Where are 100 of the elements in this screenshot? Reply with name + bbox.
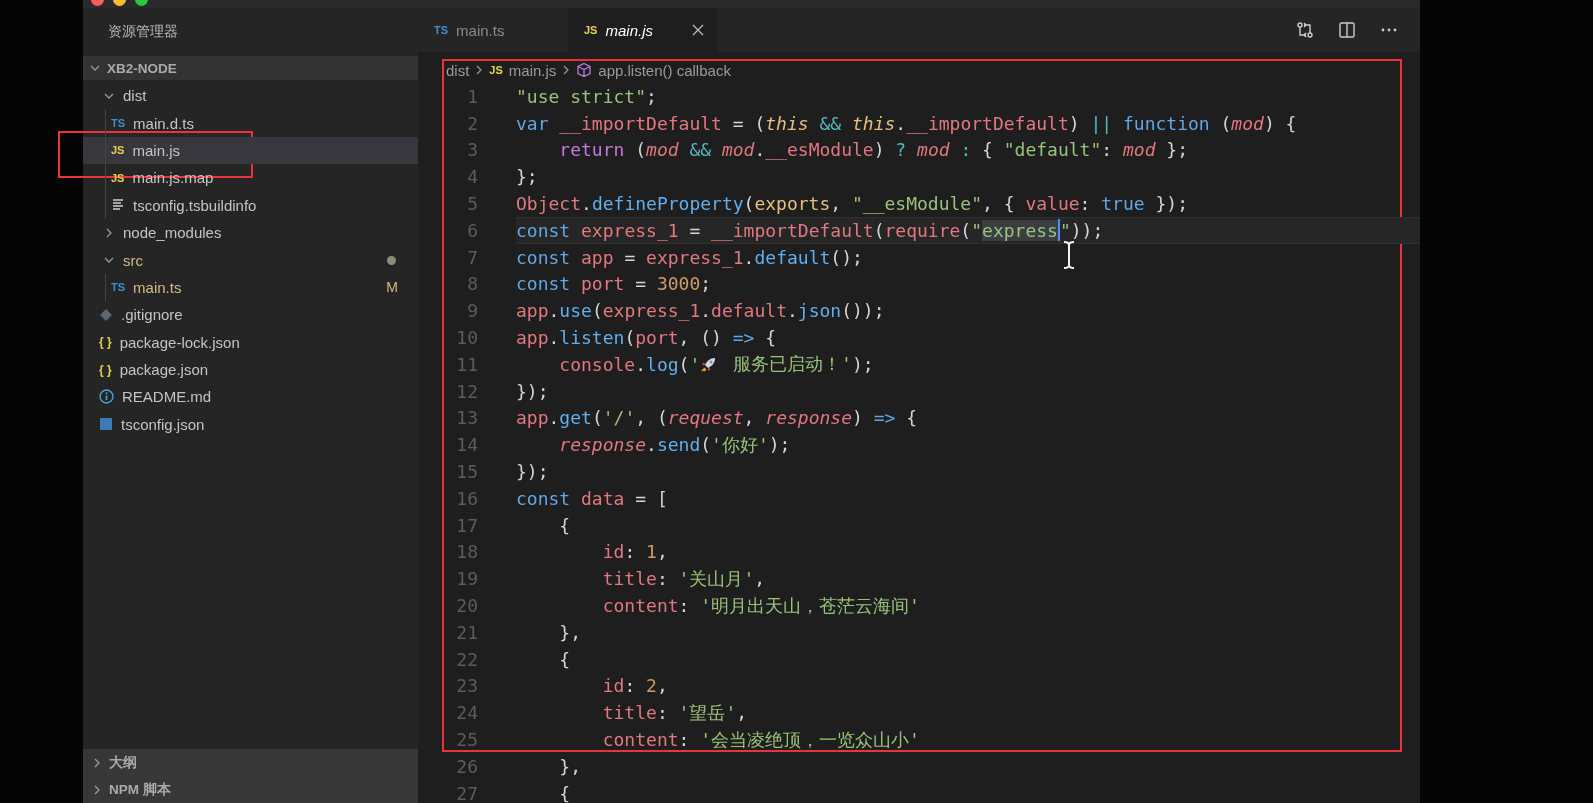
compare-changes-icon[interactable]: [1296, 21, 1314, 39]
line-number: 14: [455, 434, 478, 456]
panel-section-header[interactable]: 大纲: [83, 749, 418, 776]
breadcrumb-item[interactable]: dist: [446, 61, 470, 79]
file-tree-item[interactable]: TS main.ts M: [83, 273, 418, 302]
code-line: content: '会当凌绝顶，一览众山小': [601, 727, 920, 752]
file-name: main.d.ts: [133, 114, 194, 132]
line-number: 11: [455, 353, 478, 375]
text-cursor-icon: [1062, 240, 1076, 270]
file-tree-item[interactable]: tsconfig.tsbuildinfo: [83, 191, 418, 219]
ts-file-icon: TS: [111, 281, 126, 294]
code-line: app.get('/', (request, response) => {: [516, 407, 918, 429]
cube-icon: [576, 62, 593, 78]
info-icon: [99, 389, 114, 405]
line-number: 6: [466, 219, 478, 241]
config-file-icon: [99, 417, 113, 432]
chevron-icon: [562, 64, 571, 76]
line-number: 18: [455, 541, 478, 563]
ts-file-icon: TS: [111, 117, 126, 130]
line-number: 2: [466, 112, 478, 134]
line-number: 4: [466, 166, 478, 188]
project-header[interactable]: XB2-NODE: [83, 56, 418, 80]
file-tree-item[interactable]: node_modules: [83, 218, 418, 247]
code-line: content: '明月出天山，苍茫云海间': [601, 593, 920, 618]
json-file-icon: { }: [99, 335, 112, 350]
code-line: {: [558, 782, 571, 803]
code-line: const app = express_1.default();: [516, 246, 863, 268]
file-tree-item[interactable]: { } package.json: [83, 355, 418, 384]
code-line: Object.defineProperty(exports, "__esModule", { value: true });: [516, 193, 1188, 215]
code-line: response.send('你好');: [558, 432, 791, 457]
code-line: const data = [: [516, 487, 668, 509]
code-line: return (mod && mod.__esModule) ? mod : { "default": mod };: [558, 139, 1189, 161]
file-name: main.js: [132, 141, 180, 159]
sidebar-title: 资源管理器: [107, 22, 178, 41]
code-line: };: [516, 166, 538, 188]
line-number: 24: [455, 702, 478, 724]
file-name: package.json: [119, 361, 209, 379]
line-number: 25: [455, 729, 478, 750]
section-title: 大纲: [109, 753, 137, 772]
close-icon[interactable]: [692, 24, 704, 36]
file-tree-item[interactable]: README.md: [83, 383, 418, 411]
editor-tab[interactable]: JS main.js: [568, 8, 718, 52]
line-number: 8: [466, 273, 478, 295]
line-number: 21: [455, 621, 478, 643]
diamond-icon: [99, 307, 113, 322]
line-number: 10: [455, 327, 478, 349]
line-number: 3: [466, 139, 478, 161]
file-tree-item[interactable]: dist: [83, 82, 418, 110]
code-line: });: [516, 380, 549, 402]
line-number: 20: [455, 595, 478, 617]
project-name: XB2-NODE: [107, 60, 177, 76]
file-name: dist: [123, 87, 147, 105]
section-title: NPM 脚本: [109, 780, 171, 799]
code-line: id: 2,: [601, 675, 668, 697]
file-name: tsconfig.tsbuildinfo: [133, 196, 257, 214]
split-editor-icon[interactable]: [1338, 21, 1356, 39]
file-name: README.md: [122, 388, 212, 406]
chevron-icon: [475, 64, 484, 76]
code-line: {: [558, 514, 571, 536]
code-line: var __importDefault = (this && this.__importDefault) || function (mod) {: [516, 112, 1297, 134]
line-number: 23: [455, 675, 478, 697]
file-tree-item[interactable]: tsconfig.json: [83, 410, 418, 439]
code-line: app.use(express_1.default.json());: [516, 300, 885, 322]
file-name: package-lock.json: [119, 333, 240, 351]
code-line: id: 1,: [601, 541, 668, 563]
code-line: const port = 3000;: [516, 273, 712, 295]
file-name: tsconfig.json: [121, 415, 205, 433]
line-number: 15: [455, 461, 478, 483]
line-number: 1: [466, 85, 478, 107]
line-number: 16: [455, 487, 478, 509]
editor-tab[interactable]: TS main.ts: [418, 8, 568, 52]
file-tree-item[interactable]: src: [83, 246, 418, 274]
line-number: 9: [466, 300, 478, 322]
file-tree-item[interactable]: { } package-lock.json: [83, 328, 418, 356]
file-name: main.ts: [133, 278, 182, 296]
file-tree-item[interactable]: JS main.js: [83, 136, 418, 165]
line-number: 17: [455, 514, 478, 536]
file-tree-item[interactable]: TS main.d.ts: [83, 109, 418, 137]
breadcrumb-item[interactable]: app.listen() callback: [598, 61, 731, 79]
file-tree-item[interactable]: .gitignore: [83, 301, 418, 329]
code-line: const express_1 = __importDefault(require("express"));: [516, 219, 1104, 242]
panel-section-header[interactable]: NPM 脚本: [83, 776, 418, 803]
line-number: 13: [455, 407, 478, 429]
file-name: src: [123, 251, 143, 269]
code-line: });: [516, 461, 549, 483]
code-line: app.listen(port, () => {: [516, 327, 777, 349]
breadcrumb-item[interactable]: main.js: [508, 61, 557, 79]
line-number: 22: [455, 648, 478, 670]
json-file-icon: { }: [99, 362, 112, 377]
git-status-letter: M: [386, 279, 398, 296]
line-number: 12: [455, 380, 478, 402]
line-number: 5: [466, 193, 478, 215]
line-number: 27: [455, 782, 478, 803]
code-line: {: [558, 648, 571, 670]
text-file-icon: [111, 198, 125, 213]
js-file-icon: JS: [489, 64, 503, 76]
code-line: title: '关山月',: [601, 566, 766, 591]
code-line: title: '望岳',: [601, 700, 748, 725]
line-number: 19: [455, 568, 478, 590]
line-number: 26: [455, 755, 478, 777]
